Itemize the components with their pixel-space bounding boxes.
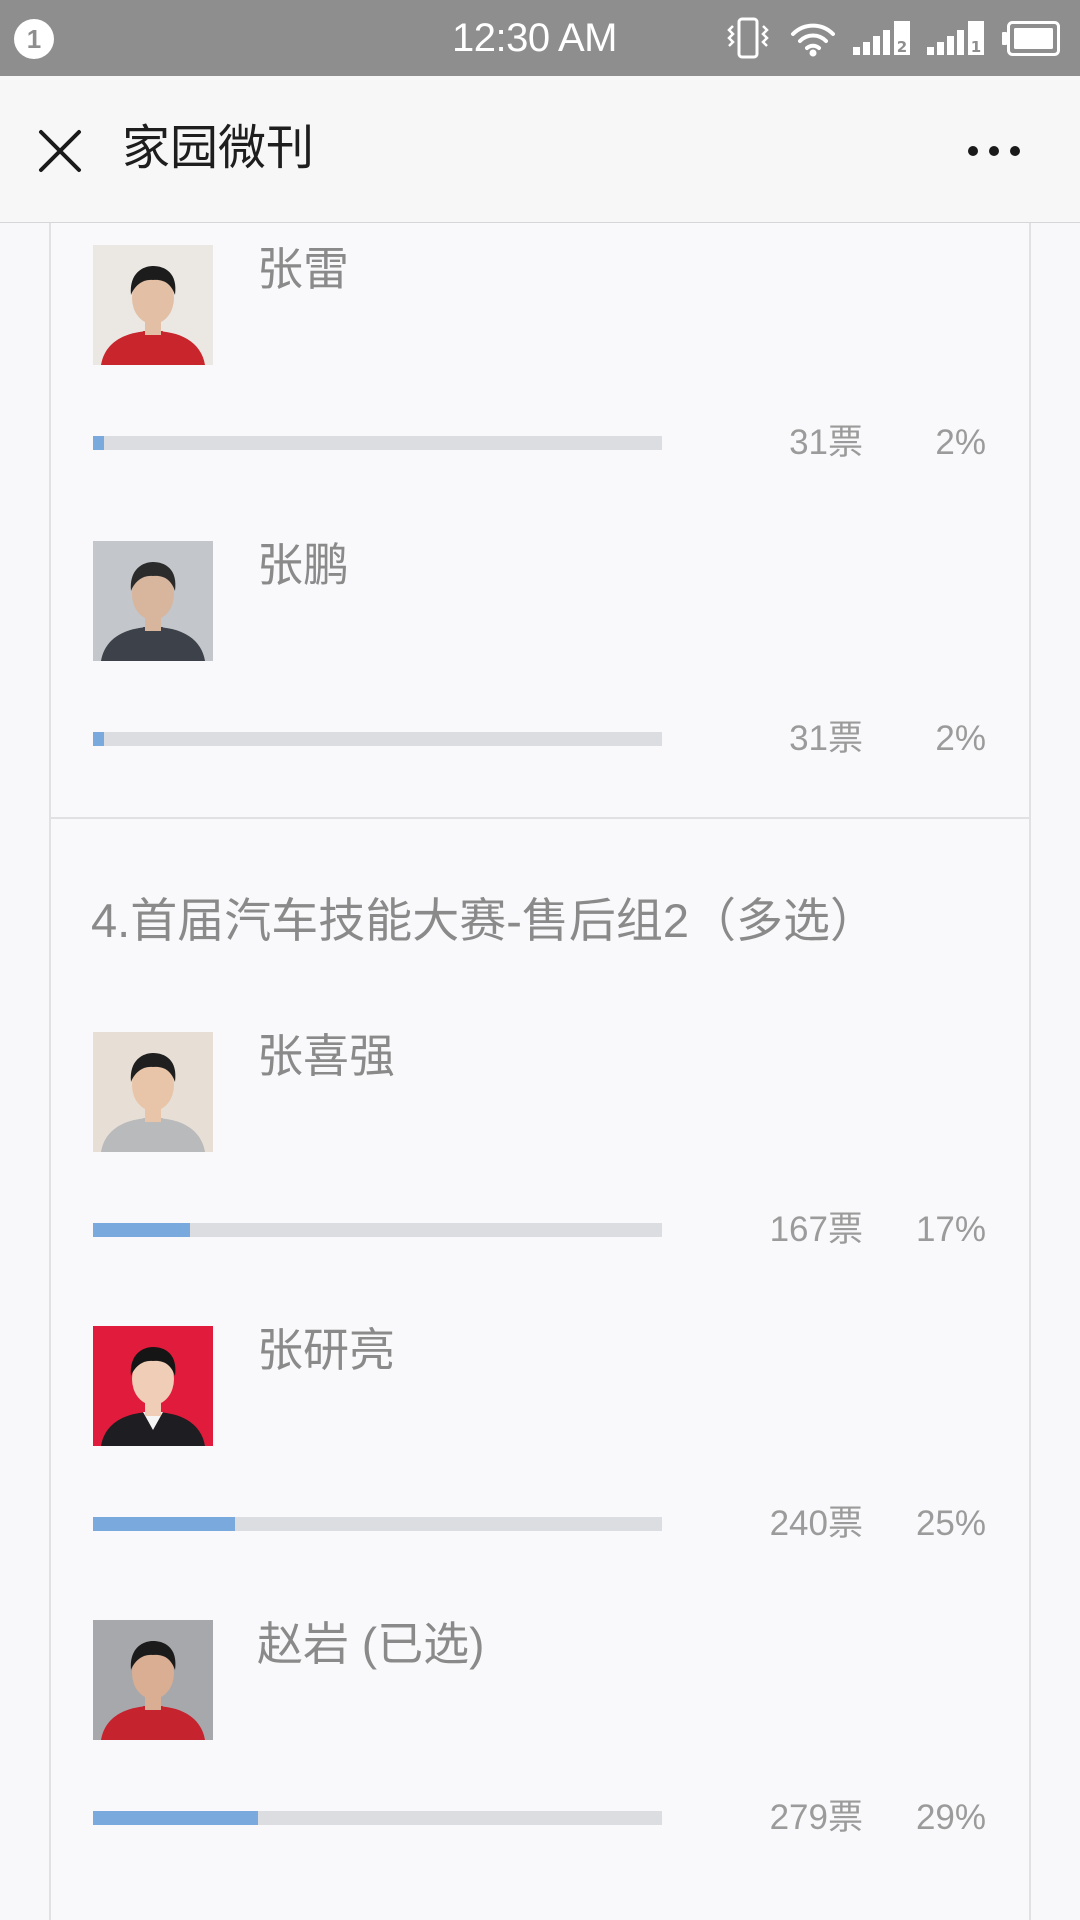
- vote-progress-fill: [93, 1517, 236, 1531]
- close-button[interactable]: [33, 124, 87, 178]
- more-icon: [968, 146, 1020, 156]
- page-title: 家园微刊: [122, 122, 315, 175]
- avatar[interactable]: [93, 1326, 213, 1446]
- vote-progress-bar: [93, 1811, 662, 1825]
- status-time: 12:30 AM: [452, 16, 618, 60]
- option-name: 张鹏: [257, 539, 349, 591]
- question-title: 4.首届汽车技能大赛-售后组2（多选）: [91, 894, 877, 947]
- avatar-photo: [93, 1032, 213, 1152]
- close-icon: [39, 130, 81, 172]
- avatar[interactable]: [93, 541, 213, 661]
- vote-percent: 29%: [915, 1798, 986, 1837]
- poll-option: 张雷 31票 2%: [93, 243, 986, 475]
- vote-progress-bar: [93, 732, 662, 746]
- option-name: 赵岩: [257, 1618, 349, 1670]
- vote-progress-fill: [93, 732, 105, 746]
- vote-percent: 25%: [915, 1504, 986, 1543]
- vote-progress-fill: [93, 1223, 190, 1237]
- signal-sim2-icon: 2: [853, 21, 910, 56]
- vote-percent: 2%: [935, 423, 986, 462]
- poll-option: 张研亮 240票 25%: [93, 1324, 986, 1556]
- avatar-photo: [93, 245, 213, 365]
- avatar[interactable]: [93, 1620, 213, 1740]
- vote-count: 31票: [789, 719, 863, 758]
- notification-badge: 1: [14, 19, 54, 59]
- option-name: 张研亮: [257, 1324, 395, 1376]
- sim2-label: 2: [897, 38, 907, 56]
- option-name: 张雷: [257, 243, 349, 295]
- poll-option: 赵岩 (已选) 279票 29%: [93, 1618, 986, 1850]
- wifi-icon: [791, 23, 835, 57]
- avatar-photo: [93, 1326, 213, 1446]
- vote-count: 279票: [769, 1798, 863, 1837]
- vote-percent: 2%: [935, 719, 986, 758]
- signal-sim1-icon: 1: [927, 21, 984, 56]
- vote-percent: 17%: [915, 1210, 986, 1249]
- vote-progress-bar: [93, 436, 662, 450]
- vote-count: 167票: [769, 1210, 863, 1249]
- vote-progress-fill: [93, 1811, 258, 1825]
- vote-progress-bar: [93, 1223, 662, 1237]
- avatar[interactable]: [93, 1032, 213, 1152]
- more-button[interactable]: [960, 126, 1028, 176]
- vote-count: 31票: [789, 423, 863, 462]
- poll-option: 张喜强 167票 17%: [93, 1030, 986, 1262]
- vote-progress-bar: [93, 1517, 662, 1531]
- status-bar: 1 12:30 AM 2 1: [0, 0, 1080, 76]
- option-name: 张喜强: [257, 1030, 395, 1082]
- section-divider: [49, 817, 1031, 819]
- vote-progress-fill: [93, 436, 105, 450]
- vibrate-icon: [727, 17, 769, 59]
- sim1-label: 1: [971, 38, 981, 56]
- navigation-bar: 家园微刊: [0, 76, 1080, 223]
- battery-icon: [1002, 21, 1060, 56]
- vote-count: 240票: [769, 1504, 863, 1543]
- option-name-selected: 赵岩 (已选): [257, 1616, 484, 1672]
- avatar-photo: [93, 541, 213, 661]
- avatar[interactable]: [93, 245, 213, 365]
- selected-label: (已选): [361, 1618, 485, 1670]
- poll-option: 张鹏 31票 2%: [93, 539, 986, 771]
- avatar-photo: [93, 1620, 213, 1740]
